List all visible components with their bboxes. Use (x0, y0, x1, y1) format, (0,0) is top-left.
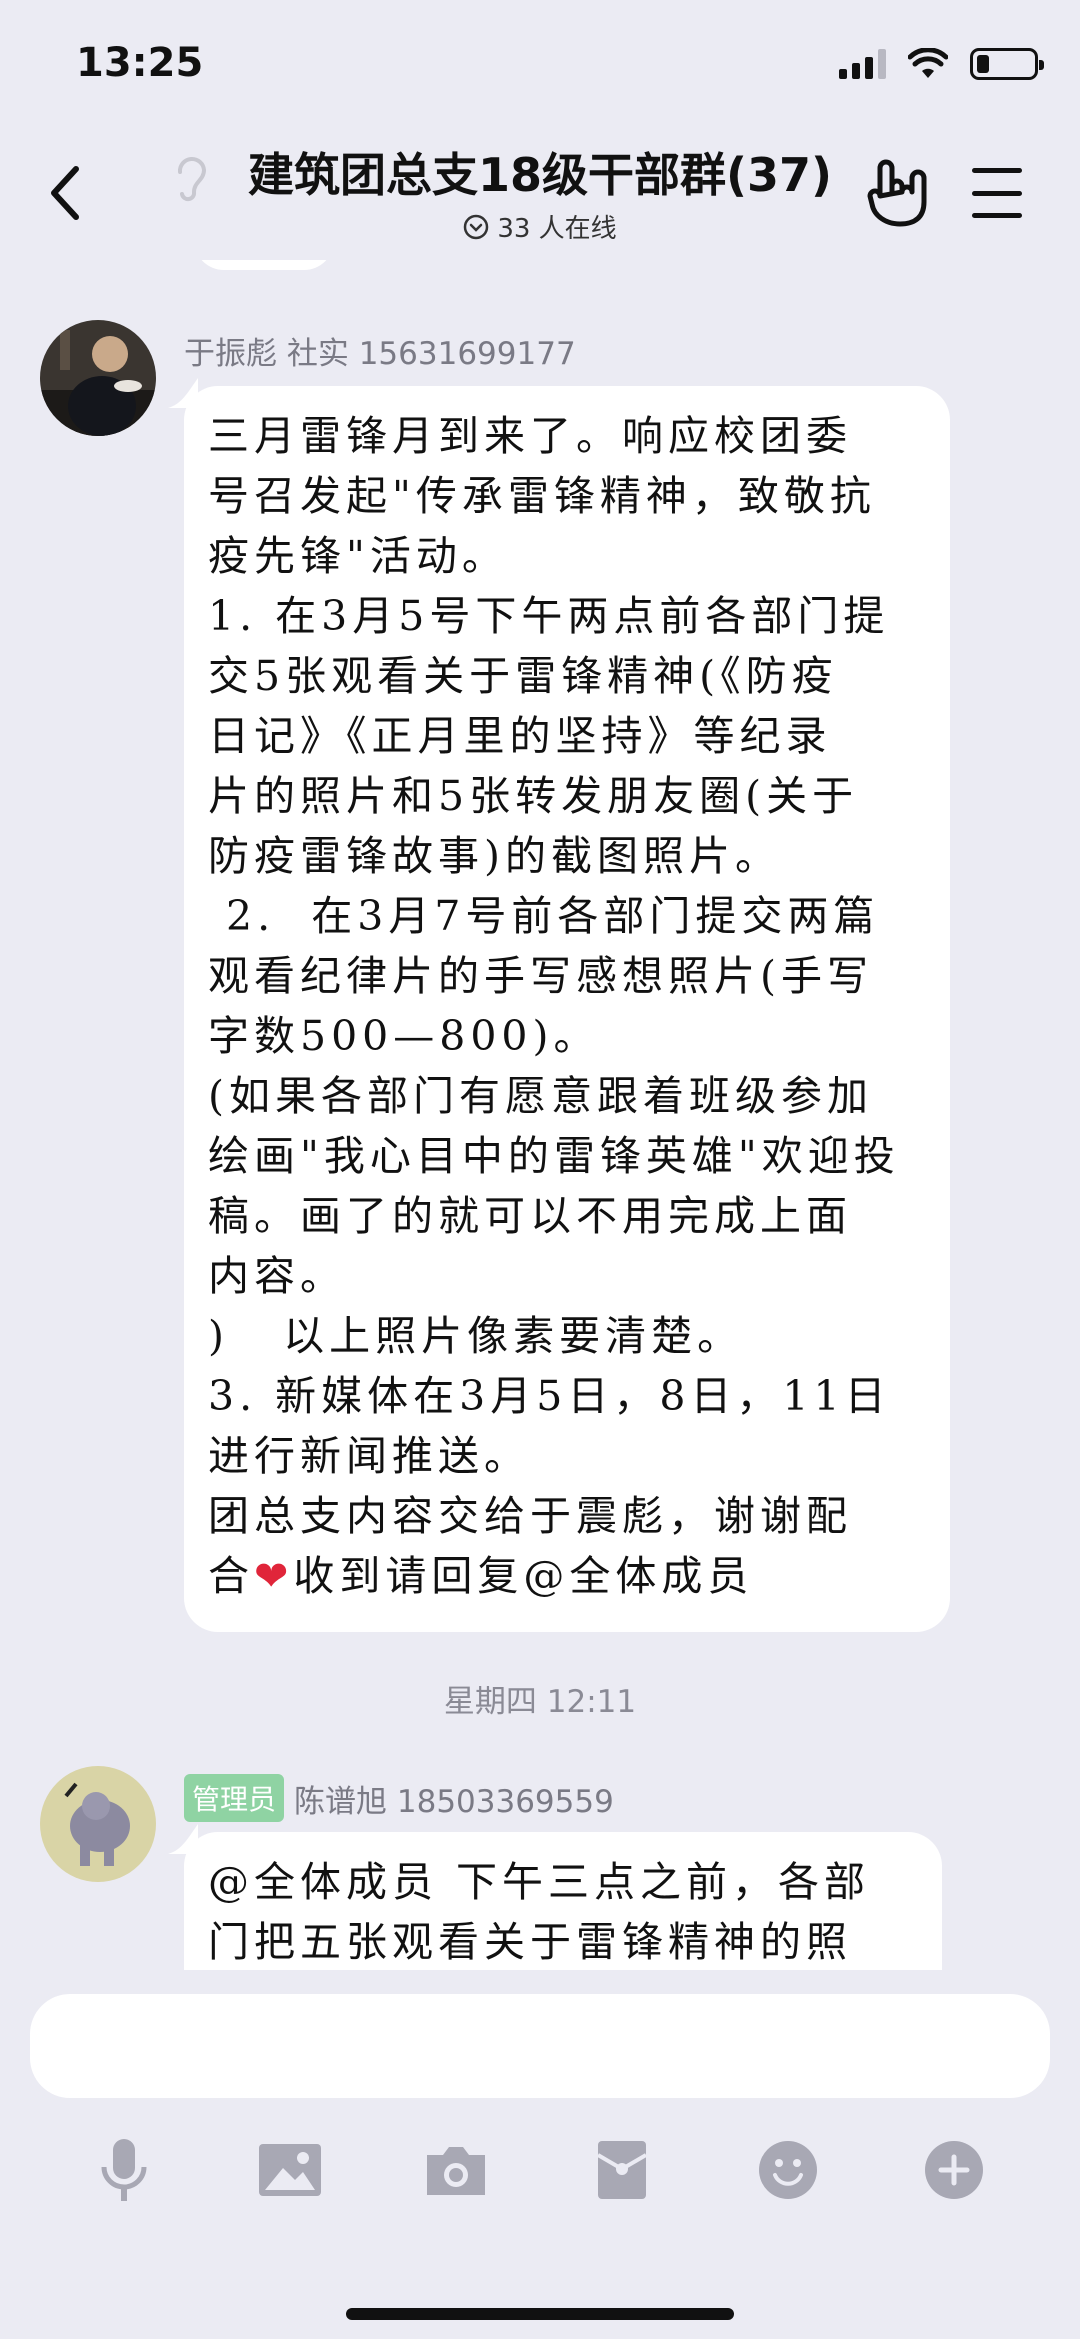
avatar-photo (40, 320, 156, 436)
menu-icon-line (972, 190, 1022, 196)
menu-icon-line (972, 213, 1022, 218)
plus-icon (925, 2141, 983, 2199)
camera-button[interactable] (416, 2130, 496, 2210)
nav-bar: 建筑团总支18级干部群(37) 33 人在线 (0, 130, 1080, 260)
timestamp: 星期四 12:11 (443, 1684, 637, 1720)
status-icons (839, 48, 1044, 80)
avatar[interactable] (40, 320, 156, 436)
menu-button[interactable] (972, 168, 1022, 218)
emoji-icon (759, 2141, 817, 2199)
chevron-down-circle-icon (464, 214, 489, 239)
sender-name: 管理员 陈谱旭 18503369559 (184, 1774, 614, 1822)
message-text-tail: 收到请回复@全体成员 (293, 1552, 754, 1600)
input-panel (0, 1970, 1080, 2339)
rock-hand-icon (867, 159, 927, 227)
home-indicator[interactable] (346, 2308, 734, 2320)
microphone-icon (101, 2139, 147, 2201)
chat-title-area[interactable]: 建筑团总支18级干部群(37) 33 人在线 (170, 140, 910, 245)
image-icon (259, 2144, 321, 2196)
online-status: 33 人在线 (170, 208, 910, 245)
chat-message-list[interactable]: 于振彪 社实 15631699177 三月雷锋月到来了。响应校团委 号召发起"传… (0, 260, 1080, 1970)
image-button[interactable] (250, 2130, 330, 2210)
input-toolbar (0, 2130, 1080, 2230)
more-button[interactable] (914, 2130, 994, 2210)
message-bubble[interactable]: @全体成员 下午三点之前，各部 门把五张观看关于雷锋精神的照 (184, 1832, 942, 1970)
red-packet-button[interactable] (582, 2130, 662, 2210)
chat-title: 建筑团总支18级干部群(37) (247, 148, 833, 202)
wifi-icon (908, 48, 948, 78)
avatar-cartoon (40, 1766, 156, 1882)
red-packet-icon (596, 2141, 648, 2199)
camera-icon (427, 2147, 485, 2195)
sender-label: 于振彪 社实 15631699177 (184, 336, 576, 372)
heart-emoji-icon: ❤ (254, 1552, 294, 1600)
admin-badge: 管理员 (184, 1774, 285, 1822)
status-bar: 13:25 (0, 0, 1080, 130)
message-input[interactable] (30, 1994, 1050, 2098)
voice-button[interactable] (84, 2130, 164, 2210)
emoji-button[interactable] (748, 2130, 828, 2210)
message-text: 三月雷锋月到来了。响应校团委 号召发起"传承雷锋精神，致敬抗 疫先锋"活动。 1… (208, 412, 900, 1600)
back-button[interactable] (40, 158, 90, 228)
message-bubble[interactable]: 三月雷锋月到来了。响应校团委 号召发起"传承雷锋精神，致敬抗 疫先锋"活动。 1… (184, 386, 950, 1632)
sender-name: 于振彪 社实 15631699177 (184, 328, 576, 373)
avatar[interactable] (40, 1766, 156, 1882)
chevron-left-icon (51, 166, 79, 220)
cellular-signal-icon (839, 49, 886, 79)
message-text: @全体成员 下午三点之前，各部 门把五张观看关于雷锋精神的照 (208, 1858, 871, 1966)
sender-label: 陈谱旭 18503369559 (294, 1783, 614, 1820)
online-count: 33 人在线 (497, 214, 617, 244)
status-time: 13:25 (76, 40, 204, 86)
battery-icon (970, 48, 1044, 80)
ear-icon (177, 157, 207, 202)
previous-message-bubble (194, 260, 334, 270)
hand-gesture-button[interactable] (866, 158, 930, 230)
menu-icon-line (972, 168, 1022, 173)
